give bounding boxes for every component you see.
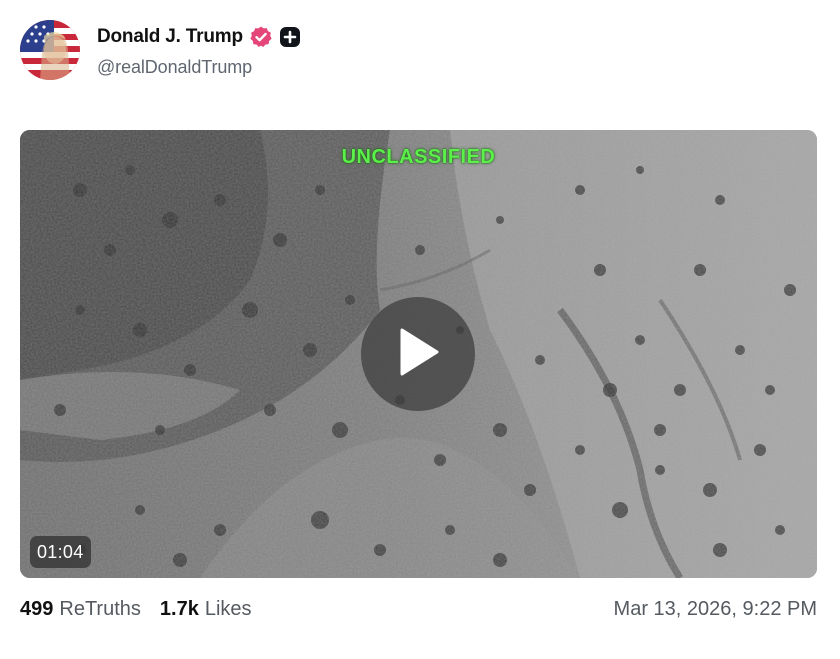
plus-badge-icon	[279, 26, 301, 48]
avatar[interactable]	[20, 20, 80, 80]
post-stats: 499 ReTruths 1.7k Likes Mar 13, 2026, 9:…	[20, 595, 817, 623]
post-timestamp[interactable]: Mar 13, 2026, 9:22 PM	[614, 598, 817, 621]
author-handle[interactable]: @realDonaldTrump	[97, 57, 301, 78]
author-info: Donald J. Trump @realDonaldTrump	[97, 25, 301, 78]
play-button[interactable]	[361, 297, 475, 411]
likes-count: 1.7k	[159, 597, 199, 620]
name-row: Donald J. Trump	[97, 25, 301, 49]
play-icon	[396, 327, 440, 382]
likes-stat[interactable]: 1.7k Likes	[160, 598, 252, 621]
video-duration: 01:04	[30, 536, 91, 568]
unclassified-label: UNCLASSIFIED	[341, 146, 496, 168]
video-player[interactable]: UNCLASSIFIED 01:04	[20, 130, 817, 578]
retruths-stat[interactable]: 499 ReTruths	[20, 598, 141, 621]
verified-badge-icon	[249, 25, 273, 49]
truth-post: Donald J. Trump @realDonaldTrump UNCLASS…	[0, 0, 840, 659]
retruths-count: 499	[20, 597, 54, 620]
retruths-label: ReTruths	[59, 597, 141, 620]
display-name[interactable]: Donald J. Trump	[97, 26, 243, 48]
likes-label: Likes	[204, 597, 252, 620]
post-header: Donald J. Trump @realDonaldTrump	[20, 20, 301, 82]
